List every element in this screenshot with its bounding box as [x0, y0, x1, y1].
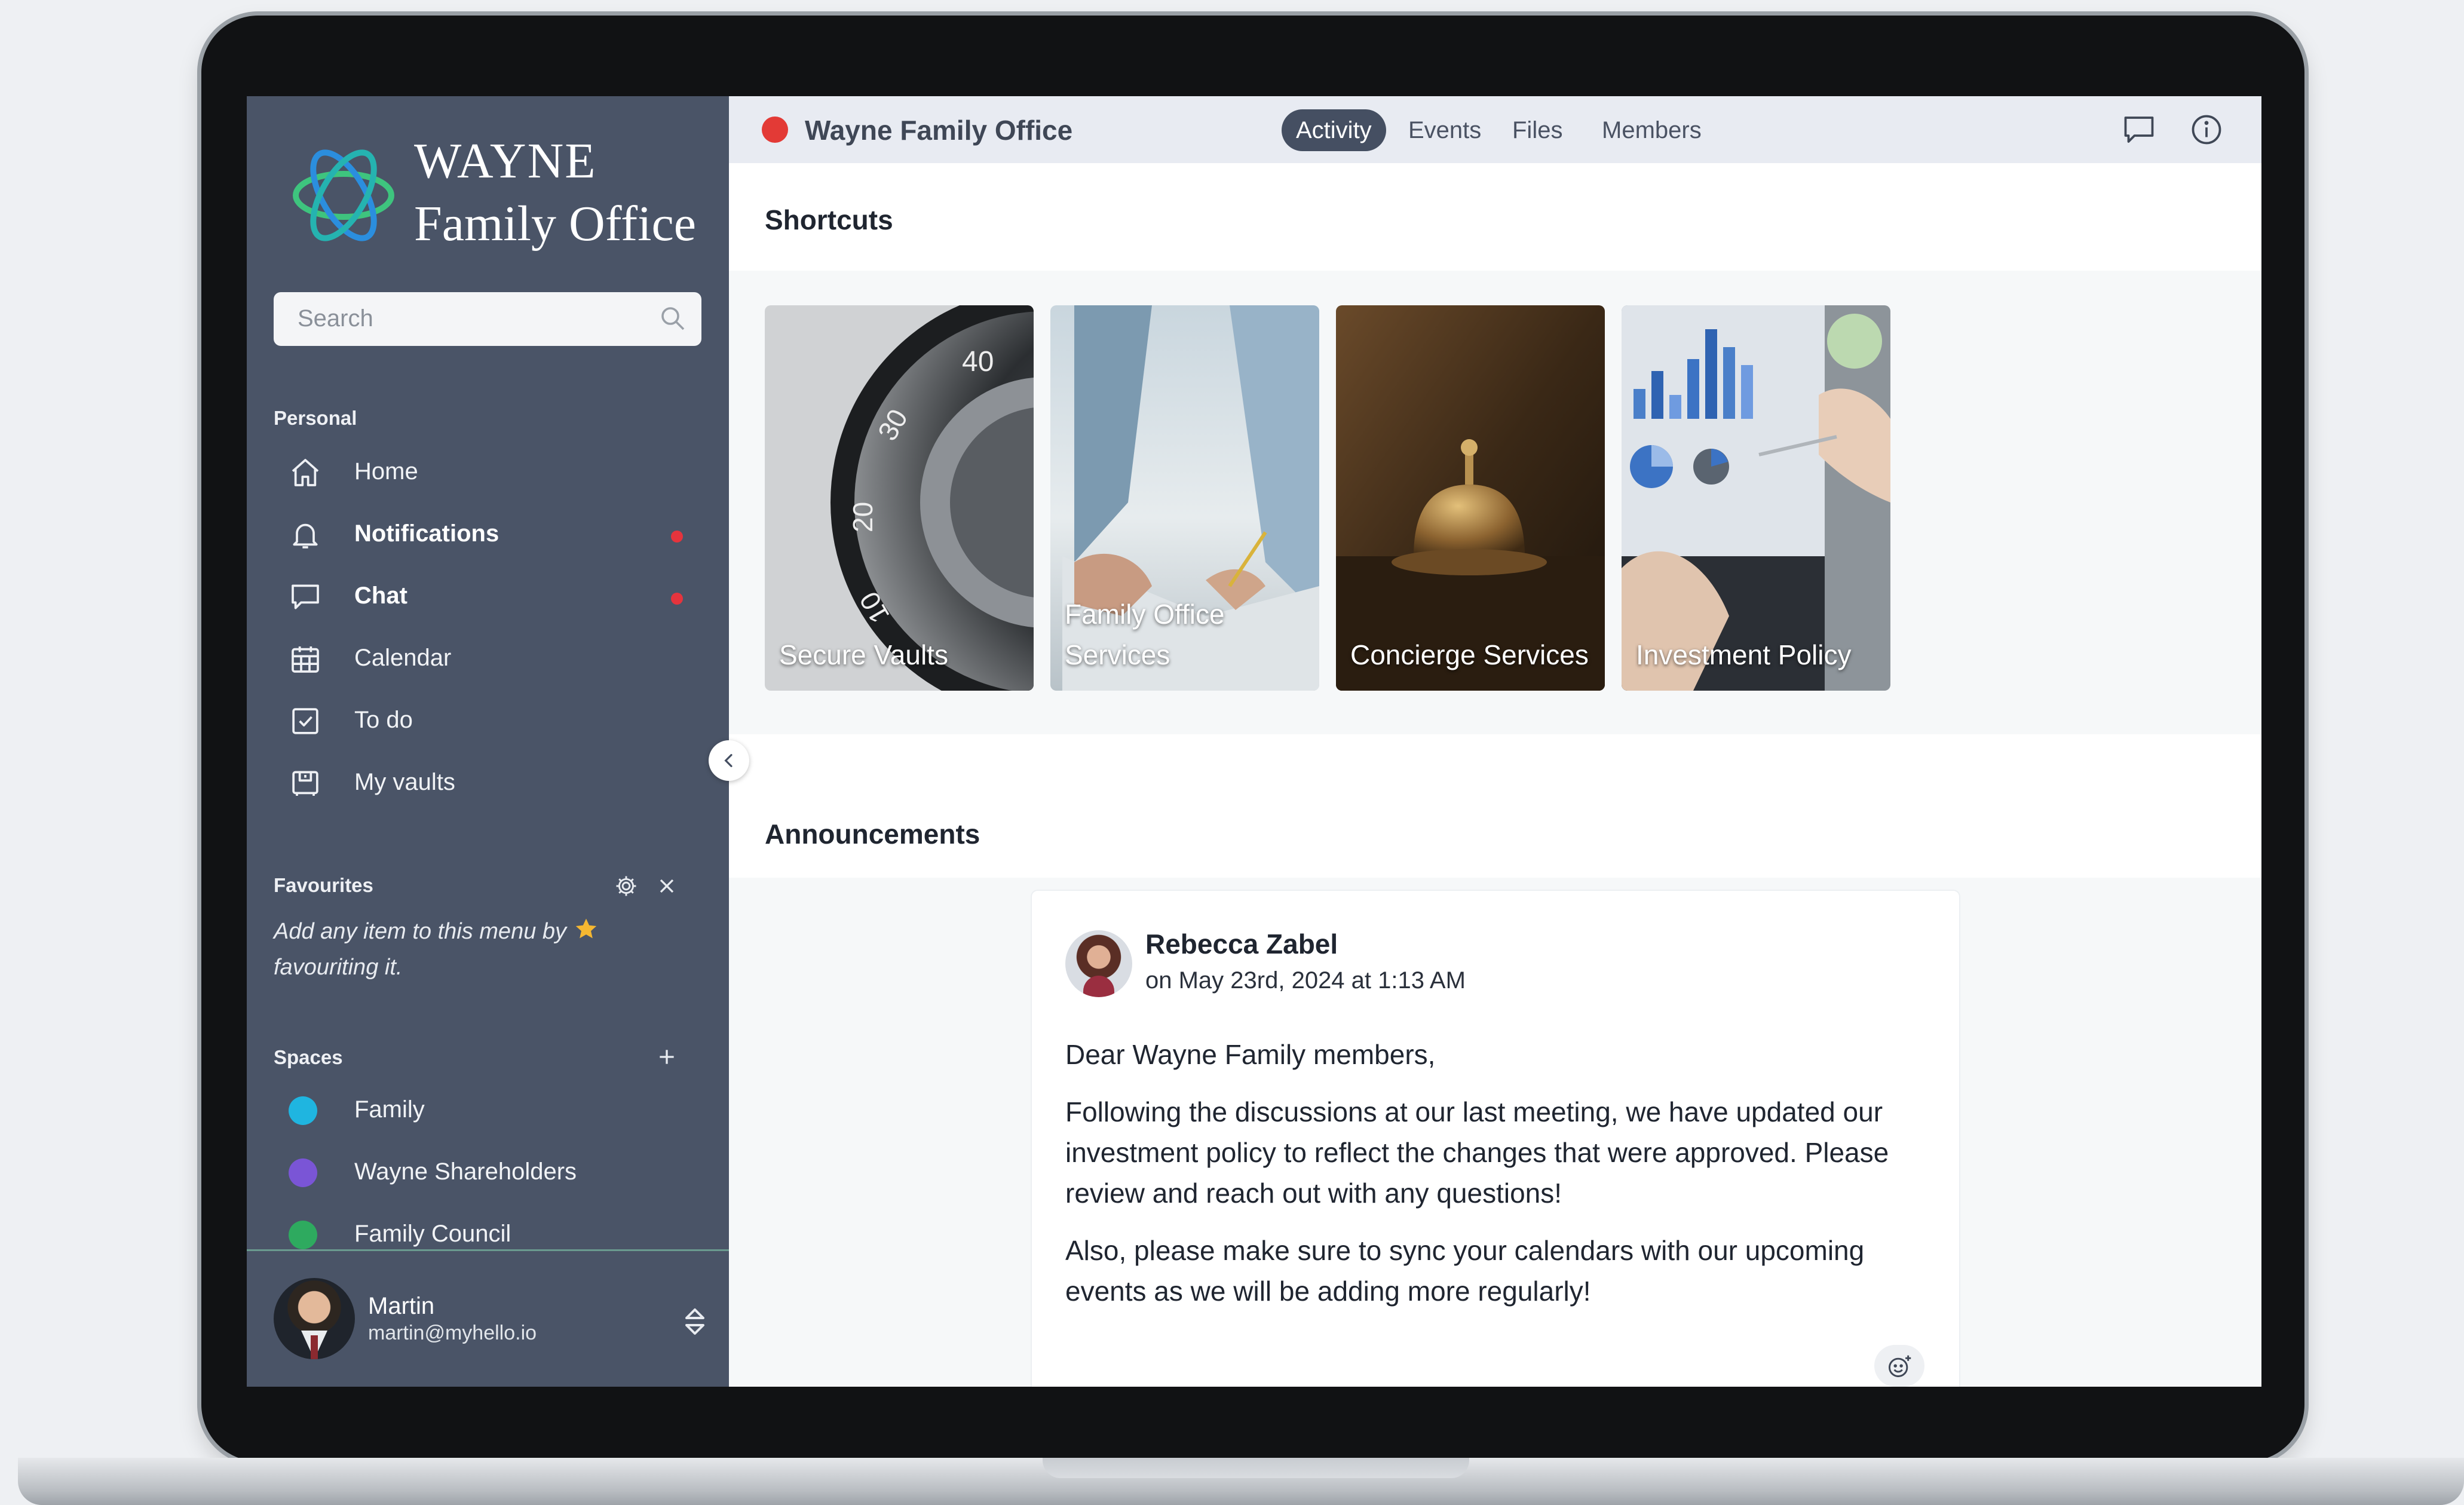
favourites-section-label: Favourites	[274, 874, 373, 896]
checkbox-icon	[292, 708, 318, 734]
tab-activity[interactable]: Activity	[1282, 109, 1386, 151]
page-title: Wayne Family Office	[805, 115, 1073, 146]
shortcut-investment-policy[interactable]: Investment Policy	[1622, 305, 1890, 691]
shortcuts-header: Shortcuts	[729, 163, 2261, 271]
status-indicator	[762, 117, 788, 143]
gear-icon[interactable]	[613, 873, 639, 899]
sidebar-item-home[interactable]: Home	[289, 450, 707, 498]
interlocking-rings-logo[interactable]	[284, 136, 403, 255]
chat-icon[interactable]	[2121, 112, 2157, 148]
shortcuts-heading: Shortcuts	[765, 204, 893, 235]
personal-section-label: Personal	[274, 407, 357, 429]
announcements-header: Announcements	[729, 734, 2261, 878]
space-color-dot	[289, 1096, 317, 1125]
svg-text:20: 20	[847, 502, 878, 532]
sidebar-item-calendar[interactable]: Calendar	[289, 636, 707, 684]
sidebar-item-label: Home	[354, 458, 418, 485]
laptop-charts-image	[1622, 305, 1890, 691]
close-icon[interactable]	[655, 874, 679, 898]
avatar	[274, 1278, 355, 1359]
bell-icon	[293, 523, 318, 548]
sidebar-item-my-vaults[interactable]: My vaults	[289, 761, 707, 808]
shortcut-concierge-services[interactable]: Concierge Services	[1336, 305, 1605, 691]
star-icon	[575, 918, 596, 939]
search-input[interactable]: Search	[274, 292, 701, 346]
laptop-notch	[1043, 1458, 1469, 1478]
tab-members[interactable]: Members	[1602, 109, 1702, 151]
add-reaction-button[interactable]	[1874, 1345, 1924, 1387]
favourites-hint: Add any item to this menu by favouriting…	[274, 914, 656, 985]
space-label: Family	[354, 1096, 425, 1123]
shortcut-label: Family Office Services	[1065, 599, 1225, 670]
chat-icon	[292, 584, 319, 609]
brand-name: WAYNE	[414, 133, 597, 189]
space-label: Family Council	[354, 1221, 511, 1247]
post-author[interactable]: Rebecca Zabel	[1145, 928, 1338, 960]
calendar-icon	[292, 646, 319, 673]
main-content: Wayne Family Office Activity Events File…	[729, 96, 2261, 1387]
chevron-up-down-icon[interactable]	[683, 1305, 707, 1338]
favourites-hint-text: Add any item to this menu by	[274, 919, 567, 944]
sidebar: WAYNE Family Office Search Personal Home…	[247, 96, 729, 1387]
avatar[interactable]	[1065, 930, 1132, 997]
shortcut-label: Investment Policy	[1636, 639, 1852, 670]
sidebar-space-wayne-shareholders[interactable]: Wayne Shareholders	[289, 1150, 707, 1198]
announcement-card: Rebecca Zabel on May 23rd, 2024 at 1:13 …	[1031, 890, 1960, 1387]
vault-icon	[292, 771, 318, 796]
shortcut-family-office-services[interactable]: Family Office Services	[1050, 305, 1319, 691]
post-body: Dear Wayne Family members, Following the…	[1065, 1034, 1926, 1328]
announcements-heading: Announcements	[765, 819, 980, 850]
emoji-add-icon	[1889, 1355, 1911, 1377]
post-timestamp: on May 23rd, 2024 at 1:13 AM	[1145, 967, 1466, 994]
collapse-sidebar-button[interactable]	[709, 740, 749, 781]
home-icon	[292, 459, 319, 486]
plus-icon[interactable]	[655, 1045, 679, 1069]
app-screen: WAYNE Family Office Search Personal Home…	[247, 96, 2261, 1387]
reception-bell-image	[1336, 305, 1605, 691]
sidebar-item-label: My vaults	[354, 769, 455, 795]
sidebar-item-notifications[interactable]: Notifications	[289, 512, 707, 560]
space-label: Wayne Shareholders	[354, 1158, 577, 1185]
safe-dial-image: 40 30 20 10	[765, 305, 1034, 691]
user-profile-switcher[interactable]: Martin martin@myhello.io	[247, 1251, 729, 1387]
search-icon	[661, 307, 685, 330]
space-color-dot	[289, 1221, 317, 1249]
sidebar-item-chat[interactable]: Chat	[289, 574, 707, 622]
post-greeting: Dear Wayne Family members,	[1065, 1039, 1436, 1070]
sidebar-item-label: Notifications	[354, 520, 499, 547]
post-paragraph: Following the discussions at our last me…	[1065, 1096, 1889, 1209]
user-name: Martin	[368, 1293, 435, 1319]
space-color-dot	[289, 1158, 317, 1187]
shortcut-label: Secure Vaults	[779, 639, 948, 670]
shortcut-label: Concierge Services	[1350, 639, 1589, 670]
favourites-hint-text-2: favouriting it.	[274, 955, 403, 980]
svg-text:40: 40	[962, 346, 994, 378]
sidebar-item-label: Calendar	[354, 645, 452, 671]
user-email: martin@myhello.io	[368, 1322, 537, 1344]
top-bar: Wayne Family Office Activity Events File…	[729, 96, 2261, 163]
shortcut-secure-vaults[interactable]: 40 30 20 10 Secure Vaults	[765, 305, 1034, 691]
spaces-section-label: Spaces	[274, 1046, 343, 1068]
search-placeholder: Search	[298, 305, 373, 332]
tab-files[interactable]: Files	[1512, 109, 1562, 151]
unread-indicator	[671, 593, 683, 605]
post-paragraph: Also, please make sure to sync your cale…	[1065, 1235, 1865, 1307]
info-icon[interactable]	[2189, 112, 2224, 148]
chevron-left-icon	[724, 754, 733, 767]
sidebar-item-label: To do	[354, 707, 413, 733]
unread-indicator	[671, 531, 683, 542]
sidebar-item-todo[interactable]: To do	[289, 698, 707, 746]
sidebar-item-label: Chat	[354, 583, 407, 609]
brand-subtitle: Family Office	[414, 196, 697, 252]
tab-events[interactable]: Events	[1408, 109, 1481, 151]
sidebar-space-family[interactable]: Family	[289, 1088, 707, 1136]
